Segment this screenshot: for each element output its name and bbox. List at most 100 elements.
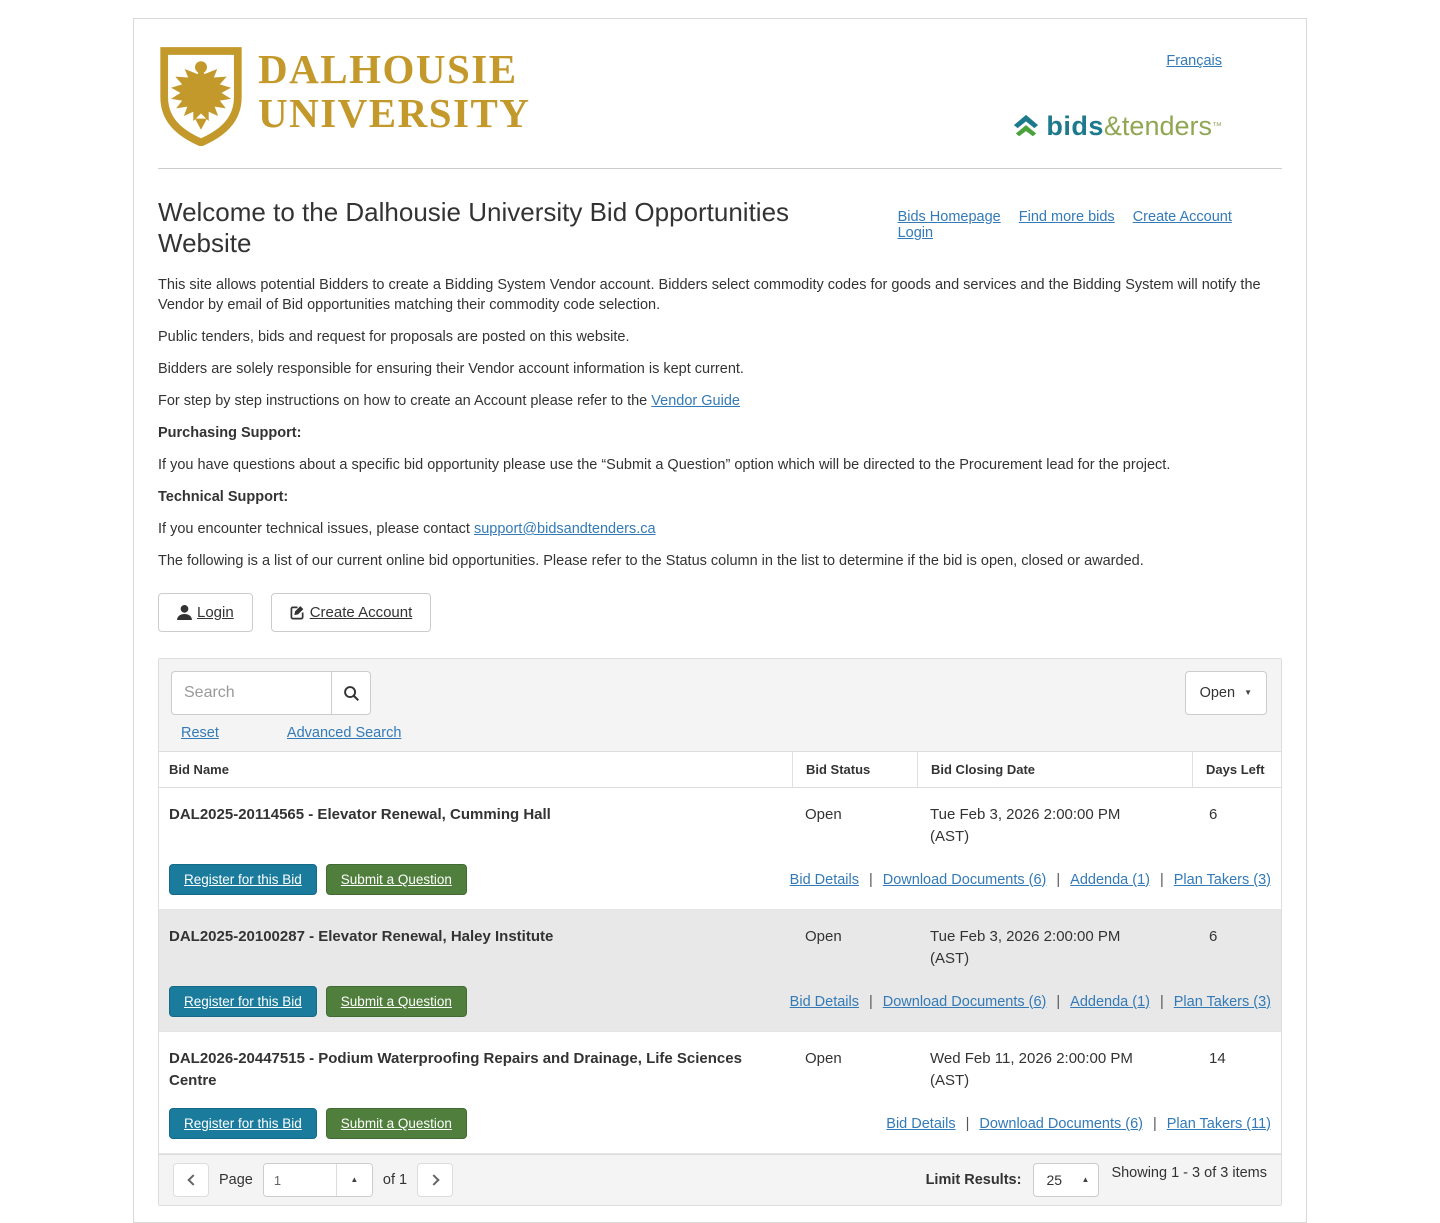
bid-days-left: 6 (1209, 806, 1218, 823)
nav-create-account-link[interactable]: Create Account (1133, 209, 1232, 225)
intro-copy: This site allows potential Bidders to cr… (158, 275, 1282, 571)
search-row: Open ▼ (171, 671, 1269, 715)
support-email-link[interactable]: support@bidsandtenders.ca (474, 521, 656, 537)
login-button[interactable]: Login (158, 593, 253, 632)
wordmark-line1: DALHOUSIE (258, 46, 518, 92)
bid-info-line: DAL2025-20100287 - Elevator Renewal, Hal… (159, 910, 1281, 970)
intro-paragraph-4: For step by step instructions on how to … (158, 391, 1282, 411)
bid-details-link[interactable]: Bid Details (790, 872, 859, 888)
nav-login-link[interactable]: Login (898, 225, 933, 241)
status-filter-dropdown[interactable]: Open ▼ (1184, 671, 1267, 715)
person-icon (177, 605, 192, 620)
bid-action-line: Register for this Bid Submit a Question … (159, 864, 1281, 895)
bid-name: DAL2026-20447515 - Podium Waterproofing … (169, 1050, 742, 1089)
bid-action-line: Register for this Bid Submit a Question … (159, 1108, 1281, 1139)
bid-closing-date: Wed Feb 11, 2026 2:00:00 PM (AST) (930, 1050, 1133, 1089)
bid-details-link[interactable]: Bid Details (790, 994, 859, 1010)
account-buttons: Login Create Account (158, 593, 1282, 632)
page-of-label: of 1 (382, 1172, 408, 1188)
pagination-controls: Page ▲ of 1 (173, 1163, 454, 1197)
search-button[interactable] (331, 671, 371, 715)
purchasing-support-text: If you have questions about a specific b… (158, 457, 1171, 473)
bid-name: DAL2025-20114565 - Elevator Renewal, Cum… (169, 806, 551, 823)
bids-panel: Open ▼ Reset Advanced Search Bid Name Bi… (158, 658, 1282, 1206)
pagination-bar: Page ▲ of 1 Limit Results: 25 ▲ Showing … (159, 1154, 1281, 1205)
top-nav: Bids Homepage Find more bids Create Acco… (884, 209, 1282, 241)
limit-results-label: Limit Results: (925, 1172, 1022, 1188)
language-toggle-link[interactable]: Français (1166, 53, 1222, 69)
table-row: DAL2026-20447515 - Podium Waterproofing … (159, 1032, 1281, 1154)
intro-paragraph-3: Bidders are solely responsible for ensur… (158, 361, 744, 377)
download-documents-link[interactable]: Download Documents (6) (883, 872, 1047, 888)
page-number-input[interactable] (263, 1164, 336, 1196)
plan-takers-link[interactable]: Plan Takers (11) (1167, 1116, 1271, 1132)
bid-days-left: 6 (1209, 928, 1218, 945)
download-documents-link[interactable]: Download Documents (6) (883, 994, 1047, 1010)
register-for-bid-button[interactable]: Register for this Bid (169, 986, 317, 1017)
dalhousie-logo: DALHOUSIE UNIVERSITY (158, 45, 530, 146)
purchasing-support-label: Purchasing Support: (158, 425, 302, 441)
brand-bids-text: bids (1046, 111, 1104, 141)
main-card: DALHOUSIE UNIVERSITY Français bids &tende… (133, 18, 1307, 1223)
search-icon (343, 685, 359, 701)
col-header-bid-name: Bid Name (169, 762, 229, 777)
download-documents-link[interactable]: Download Documents (6) (979, 1116, 1143, 1132)
bid-days-left: 14 (1209, 1050, 1226, 1067)
search-box (171, 671, 371, 715)
bid-action-buttons: Register for this Bid Submit a Question (169, 1108, 467, 1139)
chevron-down-icon: ▼ (1244, 688, 1252, 697)
bid-info-line: DAL2026-20447515 - Podium Waterproofing … (159, 1032, 1281, 1092)
limit-results-value: 25 (1046, 1172, 1063, 1188)
next-page-button[interactable] (417, 1163, 454, 1197)
previous-page-button[interactable] (173, 1163, 209, 1197)
login-button-label: Login (197, 604, 234, 621)
page-number-combo: ▲ (262, 1163, 373, 1197)
wordmark-line2: UNIVERSITY (258, 90, 531, 136)
addenda-link[interactable]: Addenda (1) (1070, 994, 1150, 1010)
vendor-guide-link[interactable]: Vendor Guide (651, 393, 740, 409)
submit-question-button[interactable]: Submit a Question (325, 986, 467, 1017)
technical-support-text: If you encounter technical issues, pleas… (158, 519, 1282, 539)
bid-status: Open (805, 1050, 842, 1067)
brand-tenders-text: &tenders (1103, 111, 1212, 141)
bids-and-tenders-logo: bids &tenders ™ (1012, 111, 1222, 142)
plan-takers-link[interactable]: Plan Takers (3) (1174, 994, 1271, 1010)
bid-links: Bid Details Download Documents (6) Adden… (790, 994, 1271, 1010)
university-wordmark: DALHOUSIE UNIVERSITY (258, 47, 530, 135)
intro-paragraph-1: This site allows potential Bidders to cr… (158, 277, 1261, 313)
header-right: Français bids &tenders ™ (1012, 45, 1282, 146)
brand-trademark: ™ (1212, 121, 1222, 132)
plan-takers-link[interactable]: Plan Takers (3) (1174, 872, 1271, 888)
edit-square-icon (290, 606, 304, 620)
search-band: Open ▼ Reset Advanced Search (159, 659, 1281, 752)
technical-support-label: Technical Support: (158, 489, 289, 505)
page-combo-caret[interactable]: ▲ (335, 1164, 372, 1196)
col-header-bid-closing-date: Bid Closing Date (917, 752, 1192, 787)
register-for-bid-button[interactable]: Register for this Bid (169, 1108, 317, 1139)
reset-link[interactable]: Reset (181, 725, 219, 741)
limit-results-dropdown[interactable]: 25 ▲ (1033, 1163, 1100, 1197)
create-account-button[interactable]: Create Account (270, 593, 432, 632)
advanced-search-link[interactable]: Advanced Search (287, 725, 401, 741)
site-header: DALHOUSIE UNIVERSITY Français bids &tende… (158, 45, 1282, 146)
page-title: Welcome to the Dalhousie University Bid … (158, 197, 790, 258)
caret-up-icon: ▲ (350, 1175, 359, 1184)
addenda-link[interactable]: Addenda (1) (1070, 872, 1150, 888)
intro-paragraph-2: Public tenders, bids and request for pro… (158, 329, 630, 345)
submit-question-button[interactable]: Submit a Question (325, 864, 467, 895)
col-header-bid-status: Bid Status (792, 752, 917, 787)
page-label: Page (219, 1172, 253, 1188)
search-links: Reset Advanced Search (171, 725, 1269, 741)
bid-action-buttons: Register for this Bid Submit a Question (169, 864, 467, 895)
results-controls: Limit Results: 25 ▲ Showing 1 - 3 of 3 i… (926, 1163, 1267, 1197)
search-input[interactable] (171, 671, 331, 715)
bid-closing-date: Tue Feb 3, 2026 2:00:00 PM (AST) (930, 928, 1121, 967)
nav-find-more-bids-link[interactable]: Find more bids (1019, 209, 1115, 225)
register-for-bid-button[interactable]: Register for this Bid (169, 864, 317, 895)
bid-action-line: Register for this Bid Submit a Question … (159, 986, 1281, 1017)
chevron-right-icon (427, 1174, 440, 1186)
bid-details-link[interactable]: Bid Details (886, 1116, 955, 1132)
nav-bids-homepage-link[interactable]: Bids Homepage (898, 209, 1001, 225)
chevron-left-icon (186, 1174, 199, 1186)
submit-question-button[interactable]: Submit a Question (325, 1108, 467, 1139)
